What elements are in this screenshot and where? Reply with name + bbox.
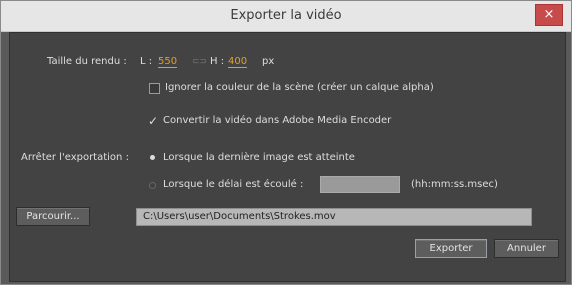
browse-button[interactable]: Parcourir... bbox=[16, 207, 90, 226]
export-video-dialog: Exporter la vidéo × Taille du rendu : L … bbox=[0, 0, 572, 285]
close-button[interactable]: × bbox=[535, 4, 563, 26]
convert-video-checkbox[interactable]: ✓ bbox=[148, 115, 158, 127]
radio-last-frame[interactable] bbox=[150, 155, 155, 160]
export-button[interactable]: Exporter bbox=[415, 239, 487, 258]
width-label: L : bbox=[140, 56, 153, 67]
timeout-label: Lorsque le délai est écoulé : bbox=[163, 179, 304, 190]
last-frame-label: Lorsque la dernière image est atteinte bbox=[163, 152, 355, 163]
cancel-button[interactable]: Annuler bbox=[494, 239, 559, 258]
radio-timeout[interactable] bbox=[149, 182, 156, 189]
unit-label: px bbox=[262, 56, 275, 67]
close-icon: × bbox=[543, 7, 555, 22]
height-label: H : bbox=[210, 56, 225, 67]
timeout-format-hint: (hh:mm:ss.msec) bbox=[411, 179, 498, 190]
dialog-content: Taille du rendu : L : 550 ⊂⊃ H : 400 px … bbox=[9, 32, 566, 282]
link-icon[interactable]: ⊂⊃ bbox=[192, 57, 207, 67]
height-value[interactable]: 400 bbox=[228, 56, 248, 68]
ignore-scene-color-checkbox[interactable] bbox=[149, 83, 160, 94]
stop-export-label: Arrêter l'exportation : bbox=[21, 152, 129, 163]
ignore-scene-color-label: Ignorer la couleur de la scène (créer un… bbox=[165, 82, 434, 93]
width-value[interactable]: 550 bbox=[158, 56, 178, 68]
output-path-field[interactable]: C:\Users\user\Documents\Strokes.mov bbox=[136, 208, 532, 226]
convert-video-label: Convertir la vidéo dans Adobe Media Enco… bbox=[163, 115, 392, 126]
timeout-input[interactable] bbox=[320, 176, 400, 193]
render-size-label: Taille du rendu : bbox=[47, 56, 127, 67]
title-bar[interactable]: Exporter la vidéo × bbox=[1, 1, 571, 32]
dialog-title: Exporter la vidéo bbox=[230, 8, 342, 23]
